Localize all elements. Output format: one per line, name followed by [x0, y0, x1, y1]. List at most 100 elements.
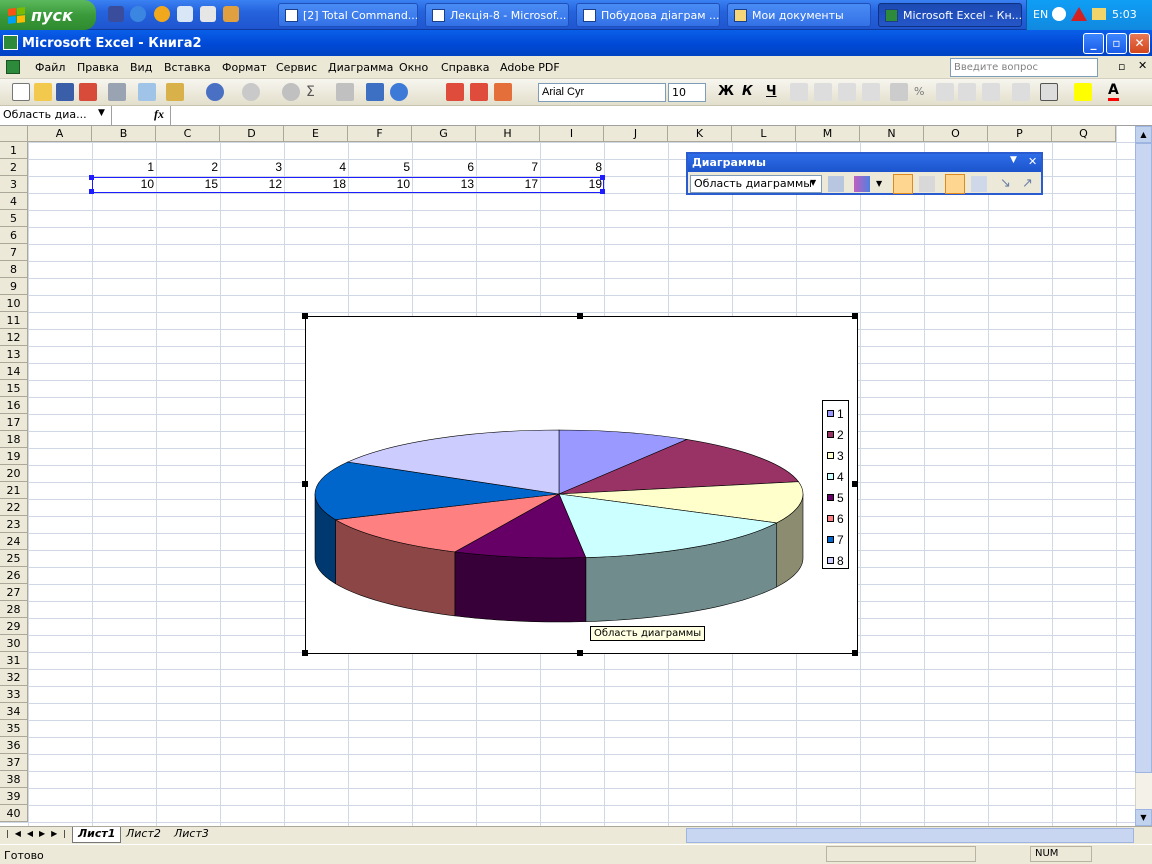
chart-resize-handle[interactable] [577, 313, 583, 319]
chart-resize-handle[interactable] [852, 481, 858, 487]
quicklaunch-browser-icon[interactable] [177, 6, 193, 22]
range-handle[interactable] [89, 189, 94, 194]
menu-help[interactable]: Справка [441, 61, 489, 74]
column-header-g[interactable]: G [412, 126, 476, 142]
cell[interactable]: 7 [476, 159, 540, 176]
bold-button[interactable]: Ж [718, 84, 734, 99]
language-indicator[interactable]: EN [1033, 8, 1048, 21]
pie-slice-side-5[interactable] [454, 551, 587, 623]
chart-wizard-icon[interactable] [366, 83, 384, 101]
select-all-corner[interactable] [0, 126, 28, 142]
legend-entry[interactable]: 2 [827, 424, 844, 445]
row-header-7[interactable]: 7 [0, 244, 28, 261]
row-header-31[interactable]: 31 [0, 652, 28, 669]
open-icon[interactable] [34, 83, 52, 101]
font-name-select[interactable]: Arial Cyr [538, 83, 666, 102]
align-right-icon[interactable] [838, 83, 856, 101]
row-header-9[interactable]: 9 [0, 278, 28, 295]
column-header-p[interactable]: P [988, 126, 1052, 142]
doc-restore-icon[interactable]: ▫ [1118, 60, 1125, 73]
row-header-20[interactable]: 20 [0, 465, 28, 482]
row-header-2[interactable]: 2 [0, 159, 28, 176]
cell[interactable]: 5 [348, 159, 412, 176]
legend-entry[interactable]: 8 [827, 550, 844, 571]
row-header-17[interactable]: 17 [0, 414, 28, 431]
align-center-icon[interactable] [814, 83, 832, 101]
font-size-select[interactable]: 10 [668, 83, 706, 102]
underline-button[interactable]: Ч [766, 84, 777, 99]
pdf-review-icon[interactable] [494, 83, 512, 101]
by-column-icon[interactable] [971, 176, 987, 192]
chart-resize-handle[interactable] [302, 313, 308, 319]
row-header-25[interactable]: 25 [0, 550, 28, 567]
range-handle[interactable] [600, 175, 605, 180]
row-header-23[interactable]: 23 [0, 516, 28, 533]
scroll-down-button[interactable]: ▼ [1135, 809, 1152, 826]
pdf-convert-icon[interactable] [446, 83, 464, 101]
tab-sheet2[interactable]: Лист2 [121, 827, 166, 843]
chart-legend[interactable]: 1 2 3 4 5 6 7 8 [822, 400, 849, 569]
row-header-21[interactable]: 21 [0, 482, 28, 499]
legend-entry[interactable]: 6 [827, 508, 844, 529]
chart-resize-handle[interactable] [852, 313, 858, 319]
new-icon[interactable] [12, 83, 30, 101]
column-header-e[interactable]: E [284, 126, 348, 142]
chart-type-icon[interactable] [854, 176, 870, 192]
row-header-12[interactable]: 12 [0, 329, 28, 346]
row-header-38[interactable]: 38 [0, 771, 28, 788]
help-question-input[interactable]: Введите вопрос [950, 58, 1098, 77]
menu-insert[interactable]: Вставка [164, 61, 211, 74]
row-header-24[interactable]: 24 [0, 533, 28, 550]
menu-tools[interactable]: Сервис [276, 61, 317, 74]
thousands-icon[interactable] [936, 83, 954, 101]
row-header-27[interactable]: 27 [0, 584, 28, 601]
row-header-30[interactable]: 30 [0, 635, 28, 652]
font-color-icon[interactable]: A [1108, 82, 1119, 101]
borders-icon[interactable] [1040, 83, 1058, 101]
row-header-29[interactable]: 29 [0, 618, 28, 635]
cell[interactable]: 6 [412, 159, 476, 176]
close-button[interactable]: ✕ [1129, 33, 1150, 54]
row-header-4[interactable]: 4 [0, 193, 28, 210]
cell[interactable]: 8 [540, 159, 604, 176]
autosum-icon[interactable]: Σ [306, 84, 315, 100]
legend-entry[interactable]: 5 [827, 487, 844, 508]
doc-close-icon[interactable]: ✕ [1138, 59, 1147, 72]
legend-entry[interactable]: 3 [827, 445, 844, 466]
row-header-6[interactable]: 6 [0, 227, 28, 244]
legend-toggle-icon[interactable] [893, 174, 913, 194]
formula-input[interactable] [170, 106, 1152, 125]
row-header-10[interactable]: 10 [0, 295, 28, 312]
cell[interactable]: 4 [284, 159, 348, 176]
cell[interactable]: 1 [92, 159, 156, 176]
menu-window[interactable]: Окно [399, 61, 428, 74]
row-header-11[interactable]: 11 [0, 312, 28, 329]
toolbar-options-icon[interactable]: ▼ [1010, 155, 1017, 165]
quicklaunch-player-icon[interactable] [154, 6, 170, 22]
align-left-icon[interactable] [790, 83, 808, 101]
minimize-button[interactable]: _ [1083, 33, 1104, 54]
excel-app-icon[interactable] [3, 35, 18, 50]
menu-edit[interactable]: Правка [77, 61, 119, 74]
chart-resize-handle[interactable] [577, 650, 583, 656]
legend-entry[interactable]: 1 [827, 403, 844, 424]
row-header-19[interactable]: 19 [0, 448, 28, 465]
row-header-39[interactable]: 39 [0, 788, 28, 805]
tab-sheet3[interactable]: Лист3 [169, 827, 214, 843]
row-header-18[interactable]: 18 [0, 431, 28, 448]
column-header-c[interactable]: C [156, 126, 220, 142]
percent-icon[interactable]: % [914, 85, 924, 98]
row-header-33[interactable]: 33 [0, 686, 28, 703]
row-header-16[interactable]: 16 [0, 397, 28, 414]
save-icon[interactable] [56, 83, 74, 101]
format-chart-area-icon[interactable] [828, 176, 844, 192]
column-header-i[interactable]: I [540, 126, 604, 142]
quicklaunch-word-icon[interactable] [108, 6, 124, 22]
scroll-thumb[interactable] [1135, 143, 1152, 773]
chevron-down-icon[interactable]: ▼ [876, 179, 882, 188]
row-header-1[interactable]: 1 [0, 142, 28, 159]
paste-icon[interactable] [166, 83, 184, 101]
help-icon[interactable] [390, 83, 408, 101]
row-header-28[interactable]: 28 [0, 601, 28, 618]
by-row-icon[interactable] [945, 174, 965, 194]
